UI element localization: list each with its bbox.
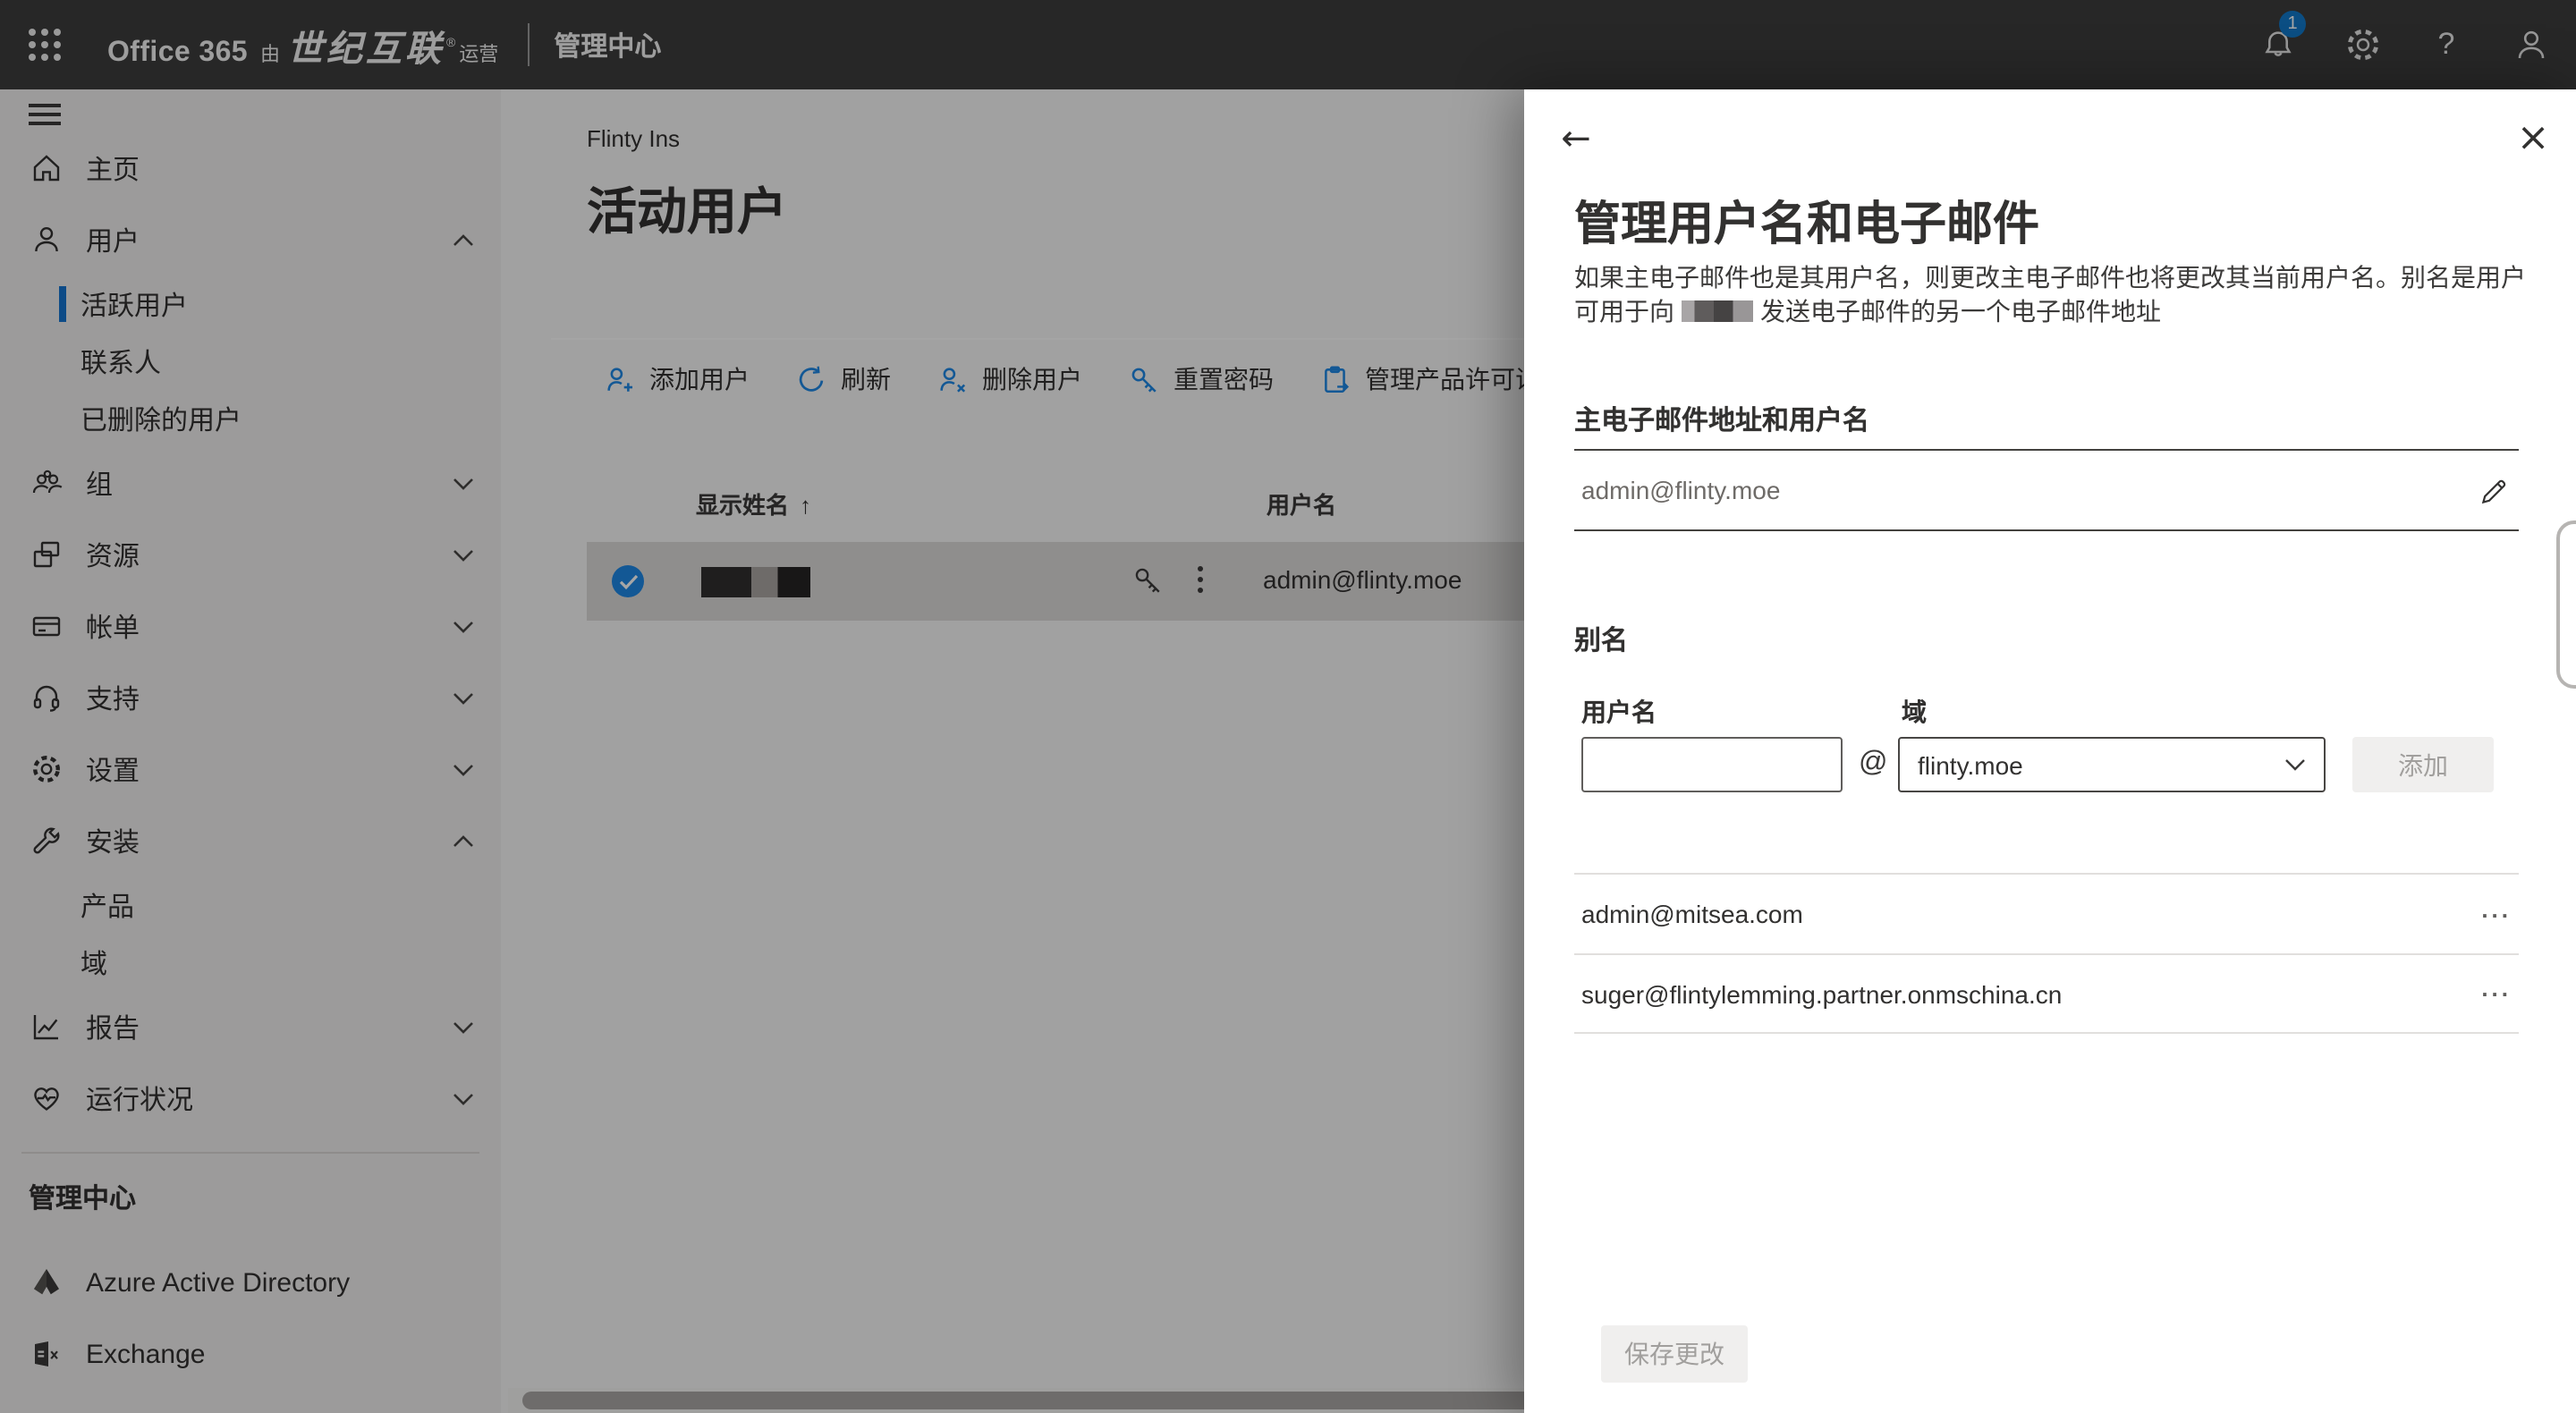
- save-changes-button[interactable]: 保存更改: [1601, 1325, 1748, 1383]
- flyout-title: 管理用户名和电子邮件: [1574, 188, 2039, 254]
- alias-domain-select[interactable]: flinty.moe: [1898, 737, 2326, 792]
- alias-domain-label: 域: [1902, 694, 1927, 730]
- alias-email: suger@flintylemming.partner.onmschina.cn: [1574, 979, 2474, 1008]
- back-button[interactable]: ←: [1553, 114, 1599, 161]
- vertical-scrollbar-thumb[interactable]: [2556, 520, 2576, 689]
- alias-list-item: admin@mitsea.com ...: [1574, 875, 2519, 953]
- close-button[interactable]: ×: [2508, 113, 2558, 163]
- alias-username-label: 用户名: [1581, 694, 1657, 730]
- select-chevron-down-icon: [2284, 758, 2306, 771]
- manage-email-flyout: ← × 管理用户名和电子邮件 如果主电子邮件也是其用户名，则更改主电子邮件也将更…: [1524, 89, 2576, 1413]
- alias-domain-value: flinty.moe: [1900, 750, 2284, 779]
- pencil-icon: [2477, 475, 2507, 505]
- alias-more-button[interactable]: ...: [2474, 975, 2519, 1012]
- alias-username-input[interactable]: [1581, 737, 1843, 792]
- alias-more-button[interactable]: ...: [2474, 895, 2519, 933]
- edit-primary-email-button[interactable]: [2469, 467, 2515, 513]
- primary-email-row: admin@flinty.moe: [1574, 449, 2519, 531]
- at-symbol: @: [1859, 748, 1888, 780]
- alias-email: admin@mitsea.com: [1574, 900, 2474, 928]
- alias-list: admin@mitsea.com ... suger@flintylemming…: [1574, 873, 2519, 1034]
- alias-section-heading: 别名: [1574, 621, 1628, 658]
- flyout-description: 如果主电子邮件也是其用户名，则更改主电子邮件也将更改其当前用户名。别名是用户可用…: [1574, 261, 2533, 329]
- office365-admin-center: Office 365 由 世纪互联 ® 运营 管理中心 1: [0, 0, 2576, 1413]
- alias-list-item: suger@flintylemming.partner.onmschina.cn…: [1574, 953, 2519, 1032]
- add-alias-button[interactable]: 添加: [2352, 737, 2494, 792]
- primary-email-section-label: 主电子邮件地址和用户名: [1574, 401, 1869, 438]
- primary-email-value: admin@flinty.moe: [1574, 476, 2469, 504]
- redacted-user-name: [1682, 300, 1753, 322]
